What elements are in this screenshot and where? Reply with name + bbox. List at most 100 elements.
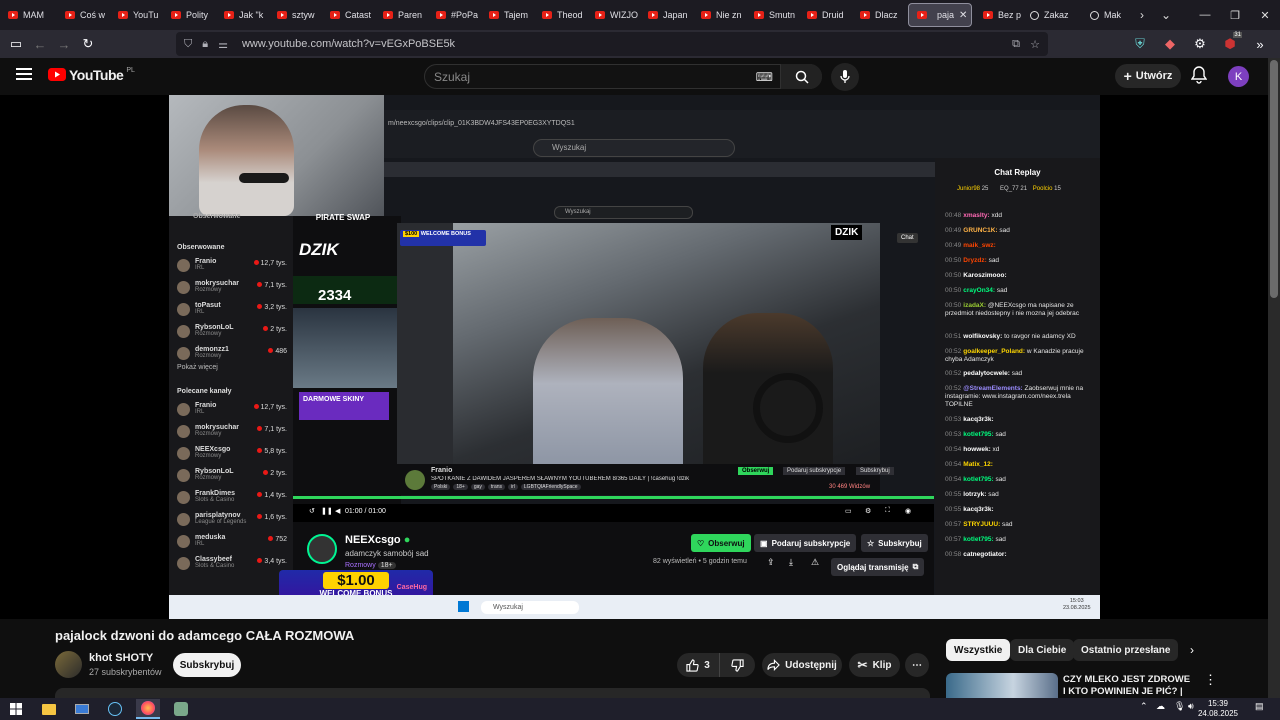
followed-channel-item[interactable]: toPasut IRL 3,2 tys. xyxy=(177,302,289,316)
followed-channel-item[interactable]: Franio IRL 12,7 tys. xyxy=(177,258,289,272)
recommended-channel-item[interactable]: mokrysuchar Rozmowy 7,1 tys. xyxy=(177,424,289,438)
theatre-icon[interactable]: ▭ xyxy=(845,507,852,515)
cloud-icon[interactable]: ☁ xyxy=(1156,701,1165,712)
browser-tab[interactable]: Nie zn xyxy=(693,0,746,30)
subscribe-button[interactable]: Subskrybuj xyxy=(173,653,241,677)
steam-icon[interactable] xyxy=(103,699,127,719)
chat-username[interactable]: pedalytocwele: xyxy=(963,370,1010,377)
description-box[interactable] xyxy=(55,688,930,698)
like-button[interactable]: 3 xyxy=(677,653,719,677)
voice-search-button[interactable] xyxy=(831,63,859,91)
channel-avatar[interactable] xyxy=(307,534,337,564)
followed-channel-item[interactable]: RybsonLoL Rozmowy 2 tys. xyxy=(177,324,289,338)
sidebar-toggle-icon[interactable]: ▭ xyxy=(4,32,28,56)
notifications-tray-icon[interactable]: ▤ xyxy=(1255,701,1264,712)
list-all-tabs-icon[interactable]: ⌄ xyxy=(1154,0,1178,30)
recommended-channel-item[interactable]: parisplatynov League of Legends 1,6 tys. xyxy=(177,512,289,526)
chat-username[interactable]: kotlet795: xyxy=(963,476,993,483)
watch-stream-button[interactable]: Oglądaj transmisję ⧉ xyxy=(831,558,925,576)
search-button[interactable] xyxy=(780,64,822,89)
clip-progress-bar[interactable] xyxy=(293,496,934,499)
lock-icon[interactable]: 🔒︎ xyxy=(202,38,208,51)
stream-tag[interactable]: Polski xyxy=(431,484,451,490)
mic-tray-icon[interactable]: 🎙︎ xyxy=(1174,701,1185,712)
browser-tab[interactable]: Druid xyxy=(799,0,852,30)
chat-username[interactable]: catnegotiator: xyxy=(963,551,1006,558)
stream-sub-button[interactable]: Subskrybuj xyxy=(856,467,894,475)
forward-icon[interactable]: → xyxy=(52,32,76,56)
chat-username[interactable]: izadaX: xyxy=(963,302,986,309)
chat-username[interactable]: Karoszimooo: xyxy=(963,272,1006,279)
scroll-tabs-right-icon[interactable]: › xyxy=(1130,0,1154,30)
recommended-channel-item[interactable]: RybsonLoL Rozmowy 2 tys. xyxy=(177,468,289,482)
shield-extension-icon[interactable]: ⛨ xyxy=(1128,32,1152,56)
url-bar[interactable]: ⛉ 🔒︎ ⚌ www.youtube.com/watch?v=vEGxPoBSE… xyxy=(176,32,1048,56)
channel-category[interactable]: Rozmowy 18+ xyxy=(345,562,396,569)
browser-tab[interactable]: Paren xyxy=(375,0,428,30)
stream-follow-button[interactable]: Obserwuj xyxy=(738,467,774,475)
stream-tag[interactable]: trans xyxy=(487,484,506,490)
browser-tab[interactable]: #PoPa xyxy=(428,0,481,30)
page-scrollbar-thumb[interactable] xyxy=(1270,60,1278,298)
browser-tab[interactable]: Theod xyxy=(534,0,587,30)
chat-username[interactable]: crayOn34: xyxy=(963,287,995,294)
chat-username[interactable]: kotlet795: xyxy=(963,431,993,438)
url-text[interactable]: www.youtube.com/watch?v=vEGxPoBSE5k xyxy=(242,38,455,50)
clip-button[interactable]: ✂ Klip xyxy=(849,653,900,677)
chat-username[interactable]: Dryzdz: xyxy=(963,257,986,264)
browser-tab[interactable]: Tajem xyxy=(481,0,534,30)
stream-tag[interactable]: gay xyxy=(470,484,485,490)
chat-username[interactable]: howwek: xyxy=(963,446,990,453)
youtube-logo[interactable]: YouTube PL xyxy=(48,67,135,83)
minimize-icon[interactable]: — xyxy=(1190,9,1220,21)
chip-all[interactable]: Wszystkie xyxy=(946,639,1011,661)
browser-tab[interactable]: YouTu xyxy=(110,0,163,30)
stream-tag[interactable]: 18+ xyxy=(453,484,468,490)
browser-tab-active[interactable]: paja ✕ xyxy=(908,3,972,27)
chat-username[interactable]: goalkeeper_Poland: xyxy=(963,348,1025,355)
shield-icon[interactable]: ⛉ xyxy=(184,38,192,51)
volume-icon[interactable]: ◀︎ xyxy=(335,507,340,515)
browser-tab[interactable]: Jak "k xyxy=(216,0,269,30)
recommended-channel-item[interactable]: meduska IRL 752 xyxy=(177,534,289,548)
followed-channel-item[interactable]: demonzz1 Rozmowy 486 xyxy=(177,346,289,360)
browser-tab[interactable]: MAM xyxy=(0,0,57,30)
chat-button[interactable]: Chat xyxy=(897,233,918,243)
download-icon[interactable]: ⤓ xyxy=(789,557,793,568)
tray-expand-icon[interactable]: ⌃ xyxy=(1140,701,1148,712)
back-icon[interactable]: ← xyxy=(28,32,52,56)
guide-menu-icon[interactable] xyxy=(16,68,32,80)
stream-tag[interactable]: irl xyxy=(508,484,518,490)
recommended-channel-item[interactable]: Franio IRL 12,7 tys. xyxy=(177,402,289,416)
extensions-icon[interactable]: ⚙ xyxy=(1188,32,1212,56)
recommended-channel-item[interactable]: NEEXcsgo Rozmowy 5,8 tys. xyxy=(177,446,289,460)
show-more-link[interactable]: Pokaż więcej xyxy=(177,364,218,371)
settings-icon[interactable]: ⚙ xyxy=(865,507,871,515)
chat-username[interactable]: kotlet795: xyxy=(963,536,993,543)
followed-channel-item[interactable]: mokrysuchar Rozmowy 7,1 tys. xyxy=(177,280,289,294)
stream-gift-button[interactable]: Podaruj subskrypcje xyxy=(783,467,846,475)
share-button[interactable]: Udostępnij xyxy=(762,653,842,677)
report-icon[interactable]: ⚠ xyxy=(811,557,819,568)
video-frame[interactable]: m/neexcsgo/clips/clip_01K3BDW4JFS43EP0EG… xyxy=(169,95,1100,619)
browser-tab[interactable]: Catast xyxy=(322,0,375,30)
browser-tab[interactable]: Bez p xyxy=(975,0,1022,30)
close-window-icon[interactable]: ✕ xyxy=(1250,9,1280,22)
chat-username[interactable]: STRYJUUU: xyxy=(963,521,1000,528)
create-button[interactable]: + Utwórz xyxy=(1115,64,1181,88)
chip-for-you[interactable]: Dla Ciebie xyxy=(1010,639,1075,661)
share-icon[interactable]: ⇪ xyxy=(767,557,775,568)
chat-username[interactable]: kacq3r3k: xyxy=(963,506,993,513)
windows-start-icon[interactable] xyxy=(4,699,28,719)
keyboard-icon[interactable]: ⌨ xyxy=(756,70,773,84)
follow-button[interactable]: ♡ Obserwuj xyxy=(691,534,751,552)
browser-tab[interactable]: Polity xyxy=(163,0,216,30)
replay-icon[interactable]: ↺ xyxy=(309,507,315,515)
recommended-channel-item[interactable]: FrankDimes Slots & Casino 1,4 tys. xyxy=(177,490,289,504)
browser-tab[interactable]: Dlacz xyxy=(852,0,905,30)
bookmark-star-icon[interactable]: ☆ xyxy=(1030,38,1040,51)
recommended-video-thumbnail[interactable] xyxy=(946,673,1058,699)
search-input[interactable]: Szukaj ⌨ xyxy=(424,64,822,89)
browser-tab[interactable]: Coś w xyxy=(57,0,110,30)
browser-tab[interactable]: sztyw xyxy=(269,0,322,30)
